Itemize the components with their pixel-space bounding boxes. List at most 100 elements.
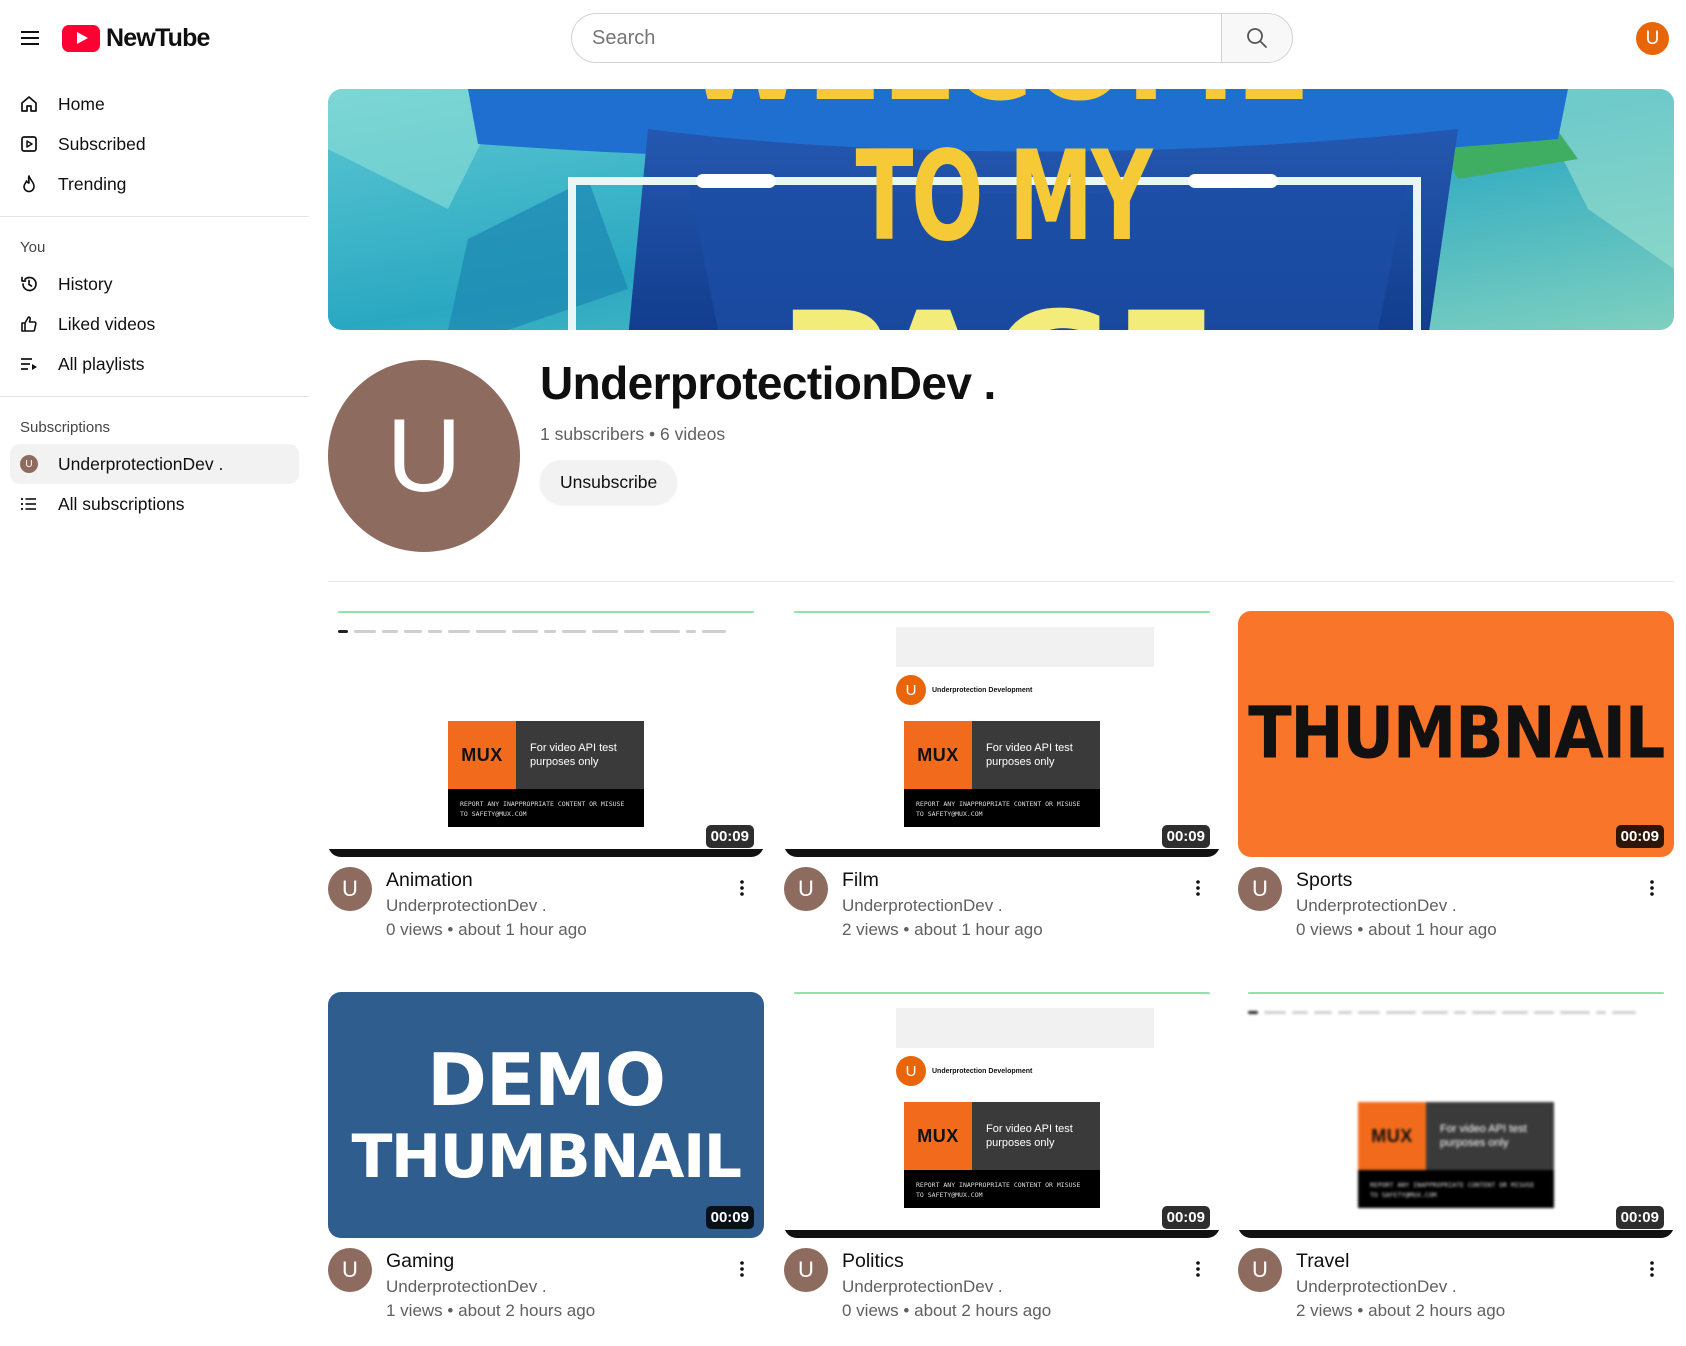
mux-report-text: REPORT ANY INAPPROPRIATE CONTENT OR MISU… — [1370, 1181, 1535, 1199]
video-channel-avatar[interactable]: U — [1238, 1248, 1282, 1292]
video-thumbnail[interactable]: THUMBNAIL 00:09 — [1238, 611, 1674, 857]
sidebar-item-history[interactable]: History — [10, 264, 299, 304]
unsubscribe-button[interactable]: Unsubscribe — [540, 460, 678, 504]
video-channel-avatar[interactable]: U — [1238, 867, 1282, 911]
video-duration: 00:09 — [1161, 825, 1210, 848]
menu-button[interactable] — [12, 20, 48, 56]
video-channel-name[interactable]: UnderprotectionDev . — [1296, 1277, 1457, 1297]
meta-separator: • — [648, 424, 656, 444]
video-info: U Travel UnderprotectionDev . 2 views • … — [1238, 1238, 1674, 1328]
app-name: NewTube — [106, 24, 210, 52]
more-options-button[interactable] — [730, 1254, 754, 1284]
video-card[interactable]: MUX For video API test purposes only REP… — [1238, 992, 1674, 1328]
video-channel-name[interactable]: UnderprotectionDev . — [842, 896, 1003, 916]
video-title[interactable]: Gaming — [386, 1250, 454, 1273]
view-count: 0 views — [1296, 920, 1353, 939]
video-info: U Film UnderprotectionDev . 2 views • ab… — [784, 857, 1220, 947]
sidebar-item-label: UnderprotectionDev . — [58, 453, 224, 474]
video-card[interactable]: DEMO THUMBNAIL 00:09 U Gaming Underprote… — [328, 992, 764, 1328]
view-count: 2 views — [842, 920, 899, 939]
app-logo[interactable]: NewTube — [62, 24, 210, 53]
user-avatar[interactable]: U — [1636, 22, 1669, 55]
upload-time: about 2 hours ago — [1368, 1301, 1506, 1320]
video-thumbnail[interactable]: U Underprotection Development MUX For vid… — [784, 611, 1220, 857]
screenshot-avatar: U — [896, 675, 926, 705]
video-thumbnail[interactable]: MUX For video API test purposes only REP… — [1238, 992, 1674, 1238]
more-options-button[interactable] — [730, 873, 754, 903]
sidebar-divider — [0, 396, 309, 397]
sidebar-item-liked-videos[interactable]: Liked videos — [10, 304, 299, 344]
view-count: 2 views — [1296, 1301, 1353, 1320]
video-channel-name[interactable]: UnderprotectionDev . — [842, 1277, 1003, 1297]
video-card[interactable]: U Underprotection Development MUX For vid… — [784, 992, 1220, 1328]
video-card[interactable]: MUX For video API test purposes only REP… — [328, 611, 764, 947]
stats-separator: • — [903, 1301, 910, 1320]
video-stats: 2 views • about 2 hours ago — [1296, 1301, 1505, 1321]
view-count: 0 views — [842, 1301, 899, 1320]
video-duration: 00:09 — [1615, 825, 1664, 848]
screenshot-nav — [338, 628, 738, 634]
channel-avatar-icon: U — [18, 453, 40, 475]
video-channel-avatar[interactable]: U — [328, 867, 372, 911]
search-input[interactable] — [571, 13, 1221, 63]
sidebar-item-trending[interactable]: Trending — [10, 164, 299, 204]
screenshot-channel: U Underprotection Development — [896, 675, 1032, 705]
video-channel-name[interactable]: UnderprotectionDev . — [386, 896, 547, 916]
mux-logo: MUX — [904, 1102, 972, 1170]
stats-separator: • — [903, 920, 910, 939]
thumb-progress-bar — [784, 1230, 1220, 1238]
section-you-label: You — [20, 239, 46, 256]
view-count: 1 views — [386, 1301, 443, 1320]
video-channel-avatar[interactable]: U — [328, 1248, 372, 1292]
video-channel-name[interactable]: UnderprotectionDev . — [1296, 896, 1457, 916]
more-vertical-icon — [1196, 880, 1200, 896]
mux-test-card: MUX For video API test purposes only REP… — [904, 1102, 1100, 1208]
video-title[interactable]: Film — [842, 869, 879, 892]
video-title[interactable]: Sports — [1296, 869, 1352, 892]
more-options-button[interactable] — [1186, 873, 1210, 903]
hamburger-icon — [21, 31, 39, 45]
stats-separator: • — [447, 1301, 454, 1320]
screenshot-banner — [896, 627, 1154, 667]
video-thumbnail[interactable]: U Underprotection Development MUX For vid… — [784, 992, 1220, 1238]
video-thumbnail[interactable]: MUX For video API test purposes only REP… — [328, 611, 764, 857]
sidebar: Home Subscribed Trending You History Lik… — [0, 84, 309, 524]
thumb-progress-bar — [328, 849, 764, 857]
video-card[interactable]: U Underprotection Development MUX For vid… — [784, 611, 1220, 947]
top-bar: NewTube U — [0, 0, 1686, 76]
mux-header: MUX For video API test purposes only — [904, 721, 1100, 789]
video-stats: 1 views • about 2 hours ago — [386, 1301, 595, 1321]
video-card[interactable]: THUMBNAIL 00:09 U Sports Underprotection… — [1238, 611, 1674, 947]
sidebar-item-channel-underprotectiondev[interactable]: U UnderprotectionDev . — [10, 444, 299, 484]
more-options-button[interactable] — [1640, 873, 1664, 903]
video-title[interactable]: Politics — [842, 1250, 904, 1273]
video-thumbnail[interactable]: DEMO THUMBNAIL 00:09 — [328, 992, 764, 1238]
thumb-progress-bar — [784, 849, 1220, 857]
video-info: U Politics UnderprotectionDev . 0 views … — [784, 1238, 1220, 1328]
mux-tagline: For video API test purposes only — [1426, 1102, 1554, 1170]
video-channel-avatar[interactable]: U — [784, 1248, 828, 1292]
sidebar-item-label: Trending — [58, 173, 127, 194]
screenshot-channel-name: Underprotection Development — [932, 686, 1033, 694]
more-options-button[interactable] — [1186, 1254, 1210, 1284]
search-icon — [1247, 28, 1267, 48]
flame-icon — [18, 173, 40, 195]
sidebar-item-subscribed[interactable]: Subscribed — [10, 124, 299, 164]
video-title[interactable]: Animation — [386, 869, 473, 892]
channel-avatar: U — [328, 360, 520, 552]
video-channel-avatar[interactable]: U — [784, 867, 828, 911]
video-channel-name[interactable]: UnderprotectionDev . — [386, 1277, 547, 1297]
search-button[interactable] — [1221, 13, 1293, 63]
playlist-icon — [18, 353, 40, 375]
sidebar-item-home[interactable]: Home — [10, 84, 299, 124]
more-options-button[interactable] — [1640, 1254, 1664, 1284]
thumb-accent-line — [338, 611, 754, 613]
upload-time: about 2 hours ago — [914, 1301, 1052, 1320]
video-title[interactable]: Travel — [1296, 1250, 1349, 1273]
sidebar-item-all-playlists[interactable]: All playlists — [10, 344, 299, 384]
video-info: U Gaming UnderprotectionDev . 1 views • … — [328, 1238, 764, 1328]
sidebar-item-label: Liked videos — [58, 313, 156, 334]
banner-line-top: WELCOME — [685, 89, 1310, 125]
thumb-accent-line — [1248, 992, 1664, 994]
sidebar-item-all-subscriptions[interactable]: All subscriptions — [10, 484, 299, 524]
